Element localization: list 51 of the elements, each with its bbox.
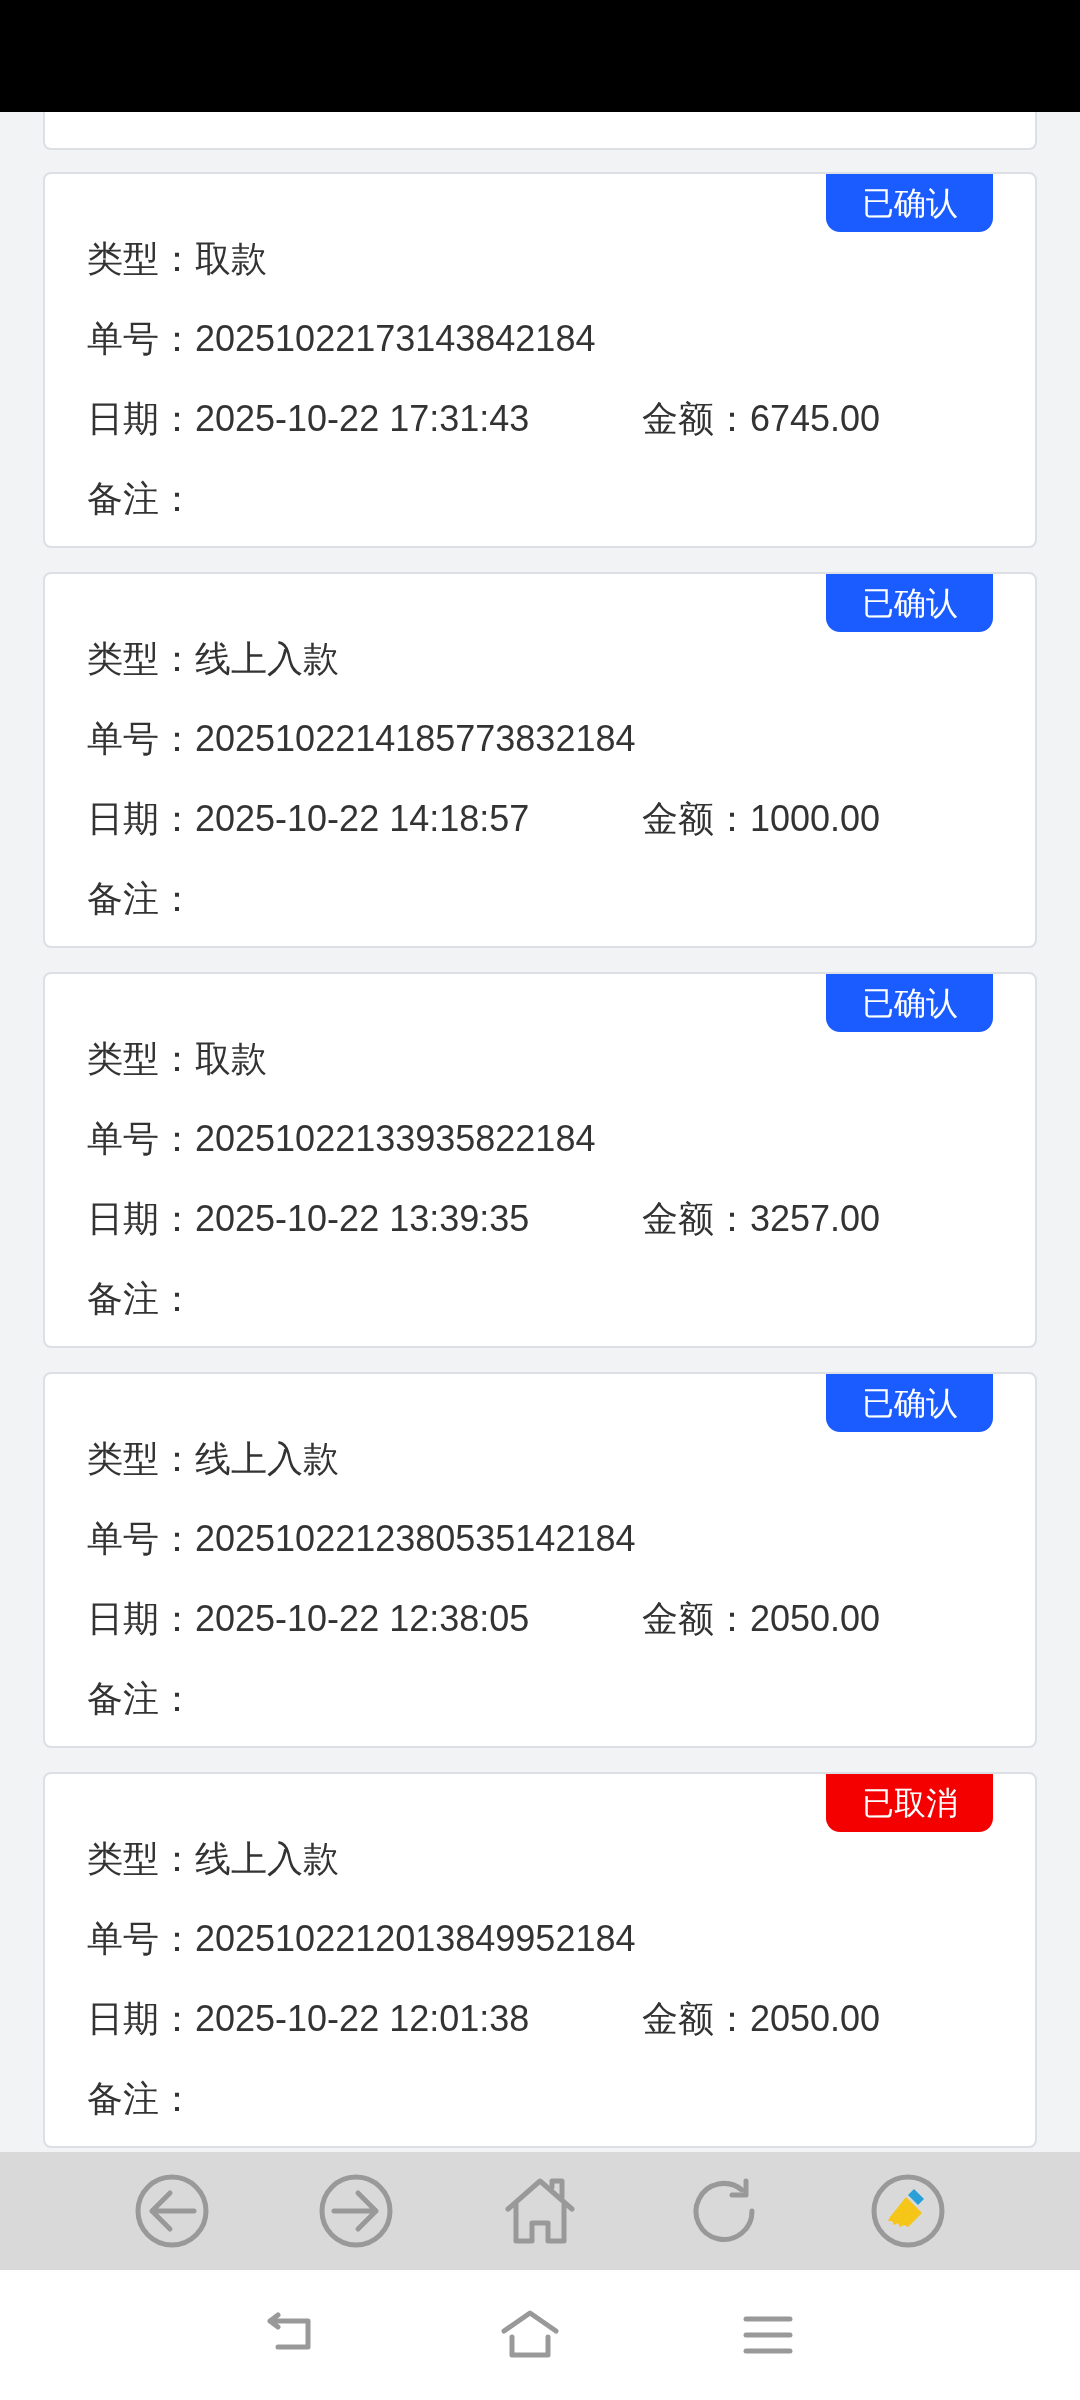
field-label: 单号： [87,317,195,361]
type-value: 线上入款 [195,637,339,681]
field-label: 备注： [87,2077,195,2121]
status-badge: 已取消 [826,1774,993,1832]
date-value: 2025-10-22 12:01:38 [195,1997,530,2041]
field-label: 金额： [642,1197,750,1241]
order-number: 2025102212380535142184 [195,1517,636,1561]
type-value: 线上入款 [195,1437,339,1481]
field-label: 金额： [642,397,750,441]
amount-value: 2050.00 [750,1997,881,2041]
field-label: 类型： [87,1037,195,1081]
date-value: 2025-10-22 14:18:57 [195,797,530,841]
field-label: 金额： [642,1597,750,1641]
status-badge: 已确认 [826,174,993,232]
type-value: 线上入款 [195,1837,339,1881]
field-label: 类型： [87,637,195,681]
date-value: 2025-10-22 17:31:43 [195,397,530,441]
status-badge: 已确认 [826,974,993,1032]
type-value: 取款 [195,1037,267,1081]
date-value: 2025-10-22 13:39:35 [195,1197,530,1241]
field-label: 备注： [87,1677,195,1721]
amount-value: 2050.00 [750,1597,881,1641]
field-label: 日期： [87,397,195,441]
brush-icon[interactable] [870,2173,946,2249]
status-badge: 已确认 [826,574,993,632]
amount-value: 1000.00 [750,797,881,841]
field-label: 单号： [87,1517,195,1561]
amount-value: 3257.00 [750,1197,881,1241]
status-badge: 已确认 [826,1374,993,1432]
order-number: 2025102214185773832184 [195,717,636,761]
field-label: 类型： [87,237,195,281]
field-label: 日期： [87,1997,195,2041]
field-label: 日期： [87,797,195,841]
order-number: 20251022133935822184 [195,1117,596,1161]
field-label: 单号： [87,1117,195,1161]
field-label: 备注： [87,1277,195,1321]
field-label: 单号： [87,717,195,761]
field-label: 日期： [87,1197,195,1241]
field-label: 日期： [87,1597,195,1641]
field-label: 金额： [642,1997,750,2041]
order-number: 20251022173143842184 [195,317,596,361]
field-label: 金额： [642,797,750,841]
date-value: 2025-10-22 12:38:05 [195,1597,530,1641]
type-value: 取款 [195,237,267,281]
field-label: 类型： [87,1437,195,1481]
field-label: 单号： [87,1917,195,1961]
field-label: 类型： [87,1837,195,1881]
field-label: 备注： [87,477,195,521]
field-label: 备注： [87,877,195,921]
order-number: 2025102212013849952184 [195,1917,636,1961]
amount-value: 6745.00 [750,397,881,441]
